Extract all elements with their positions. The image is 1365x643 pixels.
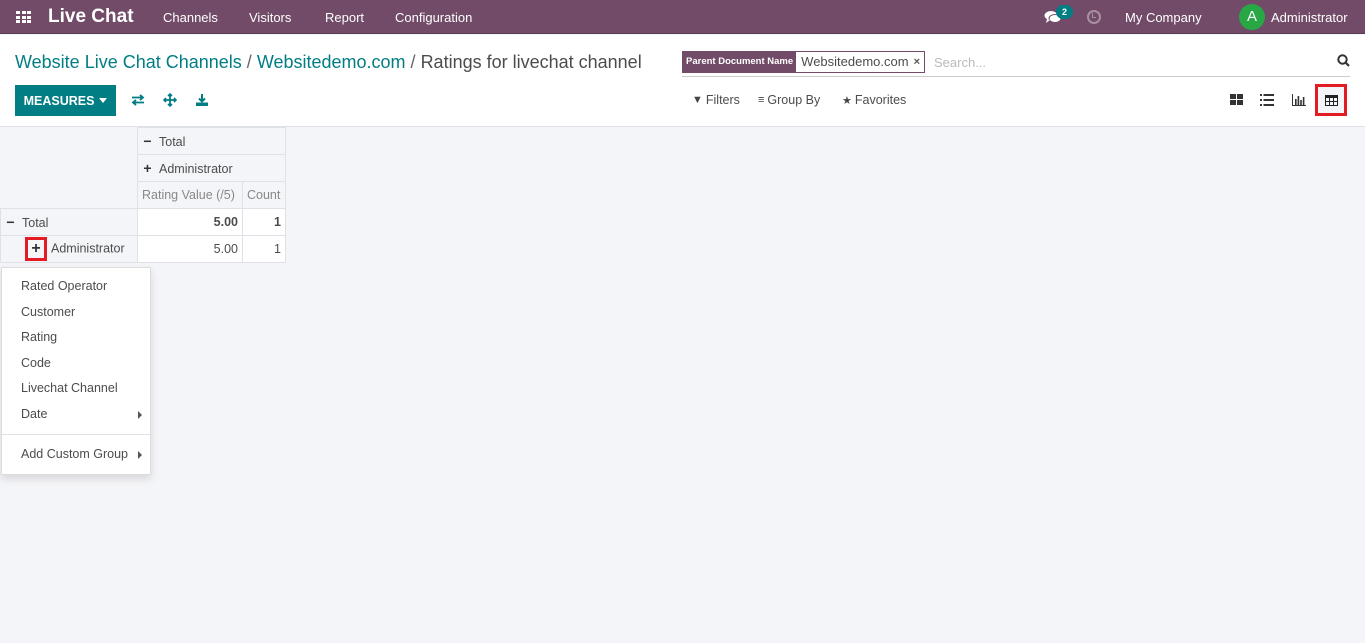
filters-button[interactable]: ▼ Filters [692,93,740,107]
groupby-code[interactable]: Code [2,351,150,377]
measures-button[interactable]: MEASURES [15,85,116,116]
messages-badge: 2 [1056,5,1073,19]
group-by-button[interactable]: ≡ Group By [758,93,820,107]
menu-report[interactable]: Report [325,10,364,25]
measure-header-rating[interactable]: Rating Value (/5) [137,181,243,209]
add-custom-group-label: Add Custom Group [21,447,128,461]
caret-down-icon [99,98,108,103]
search-input[interactable] [934,52,1314,72]
breadcrumb-item-channels[interactable]: Website Live Chat Channels [15,52,242,72]
company-switcher[interactable]: My Company [1125,10,1202,25]
cell-total-rating[interactable]: 5.00 [137,208,243,236]
group-by-icon: ≡ [758,94,765,106]
col-header-total[interactable]: − Total [137,127,286,155]
cell-administrator-rating[interactable]: 5.00 [137,235,243,263]
col-header-administrator[interactable]: + Administrator [137,154,286,182]
breadcrumb: Website Live Chat Channels / Websitedemo.c… [15,52,642,73]
expand-all-icon[interactable] [163,93,177,107]
cell-total-count[interactable]: 1 [242,208,286,236]
caret-right-icon [138,410,142,419]
flip-axis-icon[interactable] [131,93,145,107]
groupby-date[interactable]: Date [2,402,150,428]
menu-channels[interactable]: Channels [163,10,218,25]
table-row: + Administrator 5.00 1 [0,235,286,263]
breadcrumb-separator: / [410,52,416,72]
facet-value: Websitedemo.com [796,52,914,72]
cell-administrator-count[interactable]: 1 [242,235,286,263]
bar-chart-icon [1292,94,1306,106]
view-list-button[interactable] [1251,84,1283,116]
row-header-total[interactable]: − Total [0,208,138,236]
download-icon[interactable] [195,93,209,107]
menu-visitors[interactable]: Visitors [249,10,291,25]
add-custom-group[interactable]: Add Custom Group [2,442,150,468]
view-graph-button[interactable] [1283,84,1315,116]
row-header-administrator-label: Administrator [51,241,125,256]
view-pivot-button[interactable] [1315,84,1347,116]
app-title[interactable]: Live Chat [48,6,134,28]
user-avatar[interactable]: A [1239,4,1265,30]
favorites-label: Favorites [854,93,907,107]
measure-header-count[interactable]: Count [242,181,286,209]
caret-right-icon [138,451,142,459]
top-navbar: Live Chat Channels Visitors Report Confi… [0,0,1365,34]
list-icon [1260,94,1274,106]
col-header-total-label: Total [159,135,186,149]
filter-icon: ▼ [692,94,703,106]
breadcrumb-separator: / [246,52,252,72]
collapse-icon: − [143,133,152,149]
measures-label: MEASURES [23,93,95,108]
row-header-total-label: Total [22,216,49,230]
kanban-icon [1229,94,1243,105]
groupby-customer[interactable]: Customer [2,300,150,326]
facet-label: Parent Document Name [683,52,797,72]
pivot-table: − Total + Administrator Rating Value (/5) … [0,127,286,263]
pivot-corner [0,127,138,209]
search-bar: Parent Document Name Websitedemo.com × [682,50,1350,77]
filters-label: Filters [705,93,740,107]
breadcrumb-current: Ratings for livechat channel [420,52,642,72]
group-by-label: Group By [767,93,821,107]
groupby-livechat-channel[interactable]: Livechat Channel [2,376,150,402]
expand-icon: + [143,160,152,176]
breadcrumb-item-channel[interactable]: Websitedemo.com [257,52,406,72]
groupby-dropdown: Rated Operator Customer Rating Code Live… [1,267,151,475]
table-row: − Total 5.00 1 [0,208,286,236]
control-panel: Website Live Chat Channels / Websitedemo.c… [0,35,1365,127]
user-menu[interactable]: Administrator [1271,10,1348,25]
expand-icon[interactable]: + [25,237,47,261]
menu-configuration[interactable]: Configuration [395,10,472,25]
groupby-rating[interactable]: Rating [2,325,150,351]
groupby-rated-operator[interactable]: Rated Operator [2,274,150,300]
search-facet: Parent Document Name Websitedemo.com × [682,51,926,73]
search-icon[interactable] [1337,54,1350,67]
col-header-group-label: Administrator [159,162,233,176]
dropdown-divider [2,434,150,435]
pivot-table-icon [1324,94,1338,106]
collapse-icon: − [6,214,15,230]
activity-clock-icon[interactable] [1087,10,1101,24]
apps-menu-icon[interactable] [16,11,31,23]
row-header-administrator[interactable]: + Administrator [0,235,138,263]
favorites-button[interactable]: ★ Favorites [842,93,906,107]
groupby-date-label: Date [21,406,48,421]
view-kanban-button[interactable] [1220,84,1252,116]
star-icon: ★ [842,94,852,107]
facet-remove-icon[interactable]: × [913,52,925,72]
